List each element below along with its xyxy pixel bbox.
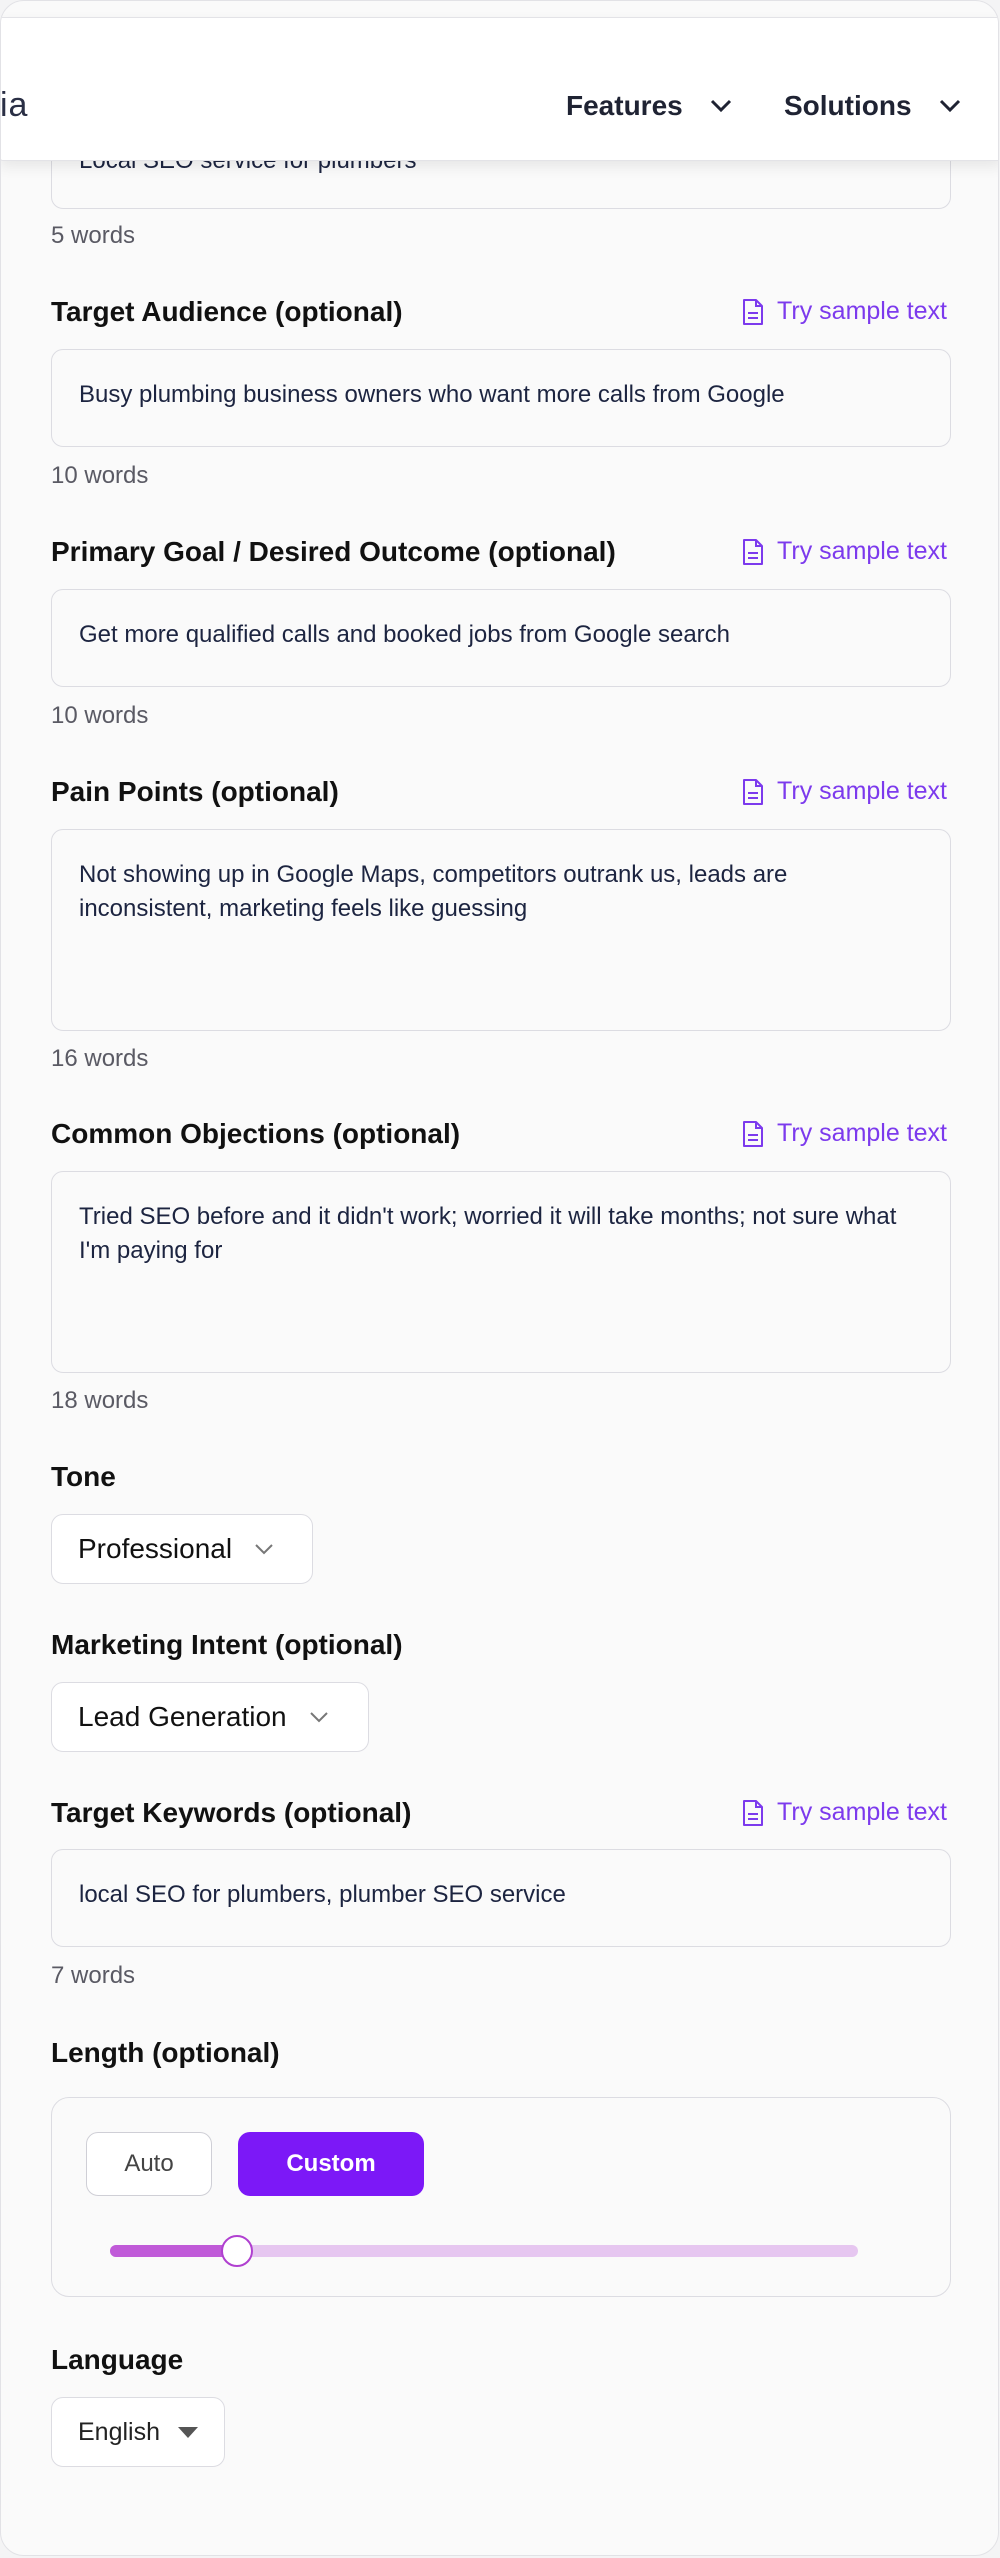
audience-word-count: 10 words bbox=[51, 462, 149, 489]
goal-sample-link[interactable]: Try sample text bbox=[741, 537, 947, 566]
objections-sample-link[interactable]: Try sample text bbox=[741, 1119, 947, 1148]
tone-select[interactable]: Professional bbox=[51, 1514, 313, 1584]
keywords-label: Target Keywords (optional) bbox=[51, 1797, 412, 1828]
tone-label: Tone bbox=[51, 1461, 116, 1492]
pain-points-input[interactable]: Not showing up in Google Maps, competito… bbox=[51, 829, 951, 1031]
sample-link-label: Try sample text bbox=[777, 1798, 947, 1826]
language-select[interactable]: English bbox=[51, 2397, 225, 2467]
sample-link-label: Try sample text bbox=[777, 297, 947, 325]
keywords-sample-link[interactable]: Try sample text bbox=[741, 1798, 947, 1827]
sample-link-label: Try sample text bbox=[777, 1119, 947, 1147]
goal-label: Primary Goal / Desired Outcome (optional… bbox=[51, 536, 616, 567]
page-frame: Local SEO service for plumbers 5 words T… bbox=[0, 0, 999, 2556]
topic-word-count: 5 words bbox=[51, 222, 136, 249]
audience-sample-link[interactable]: Try sample text bbox=[741, 297, 947, 326]
audience-input[interactable]: Busy plumbing business owners who want m… bbox=[51, 349, 951, 447]
document-icon bbox=[743, 538, 764, 565]
nav-features[interactable]: Features bbox=[566, 90, 733, 122]
intent-label: Marketing Intent (optional) bbox=[51, 1629, 403, 1660]
intent-select-value: Lead Generation bbox=[78, 1701, 287, 1732]
length-auto-button[interactable]: Auto bbox=[86, 2132, 212, 2196]
length-panel: Auto Custom bbox=[51, 2097, 951, 2297]
objections-word-count: 18 words bbox=[51, 1387, 149, 1414]
audience-label: Target Audience (optional) bbox=[51, 296, 403, 327]
length-slider-fill bbox=[110, 2245, 237, 2257]
goal-input[interactable]: Get more qualified calls and booked jobs… bbox=[51, 589, 951, 687]
keywords-word-count: 7 words bbox=[51, 1962, 136, 1989]
goal-input-value: Get more qualified calls and booked jobs… bbox=[79, 621, 731, 648]
length-label: Length (optional) bbox=[51, 2037, 280, 2068]
pain-points-word-count: 16 words bbox=[51, 1045, 149, 1072]
top-navigation: ia Features Solutions bbox=[1, 17, 998, 161]
document-icon bbox=[743, 298, 764, 325]
language-label: Language bbox=[51, 2344, 184, 2375]
pain-points-sample-link[interactable]: Try sample text bbox=[741, 777, 947, 806]
goal-word-count: 10 words bbox=[51, 702, 149, 729]
sample-link-label: Try sample text bbox=[777, 777, 947, 805]
document-icon bbox=[743, 1120, 764, 1147]
pain-points-label: Pain Points (optional) bbox=[51, 776, 339, 807]
document-icon bbox=[743, 778, 764, 805]
nav-solutions-label: Solutions bbox=[784, 90, 912, 121]
length-slider-thumb[interactable] bbox=[221, 2235, 253, 2267]
objections-label: Common Objections (optional) bbox=[51, 1118, 461, 1149]
pain-points-input-value: Not showing up in Google Maps, competito… bbox=[79, 861, 788, 922]
caret-down-icon bbox=[178, 2426, 198, 2438]
chevron-down-icon bbox=[255, 1544, 273, 1555]
audience-input-value: Busy plumbing business owners who want m… bbox=[79, 381, 785, 408]
chevron-down-icon bbox=[309, 1712, 328, 1723]
intent-select[interactable]: Lead Generation bbox=[51, 1682, 369, 1752]
keywords-input[interactable]: local SEO for plumbers, plumber SEO serv… bbox=[51, 1849, 951, 1947]
sample-link-label: Try sample text bbox=[777, 537, 947, 565]
chevron-down-icon bbox=[710, 99, 731, 113]
keywords-input-value: local SEO for plumbers, plumber SEO serv… bbox=[79, 1881, 566, 1908]
nav-solutions[interactable]: Solutions bbox=[784, 90, 962, 122]
document-icon bbox=[743, 1799, 764, 1826]
logo[interactable]: ia bbox=[1, 86, 28, 125]
language-select-value: English bbox=[78, 2417, 160, 2446]
tone-select-value: Professional bbox=[78, 1533, 233, 1564]
objections-input[interactable]: Tried SEO before and it didn't work; wor… bbox=[51, 1171, 951, 1373]
nav-features-label: Features bbox=[566, 90, 683, 121]
length-custom-button[interactable]: Custom bbox=[238, 2132, 424, 2196]
chevron-down-icon bbox=[939, 99, 960, 113]
objections-input-value: Tried SEO before and it didn't work; wor… bbox=[79, 1203, 897, 1264]
